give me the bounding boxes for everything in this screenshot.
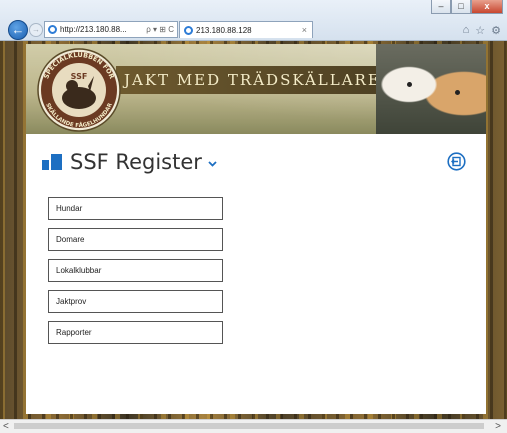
address-url[interactable]: http://213.180.88... [60,25,127,34]
sign-out-icon[interactable] [447,152,466,171]
browser-tab[interactable]: 213.180.88.128 × [179,21,313,38]
app-title: SSF Register [70,150,202,174]
chevron-down-icon[interactable] [208,159,217,168]
scroll-right-arrow[interactable]: > [495,420,501,433]
horizontal-scrollbar[interactable]: < > [0,419,507,433]
banner-title: JAKT MED TRÄDSKÄLLARE [124,71,381,89]
minimize-button[interactable]: – [431,0,451,14]
menu-button-domare[interactable]: Domare [48,228,223,251]
menu-button-jaktprov[interactable]: Jaktprov [48,290,223,313]
ie-logo-icon [48,25,57,34]
address-bar-controls[interactable]: ρ ▾ ⊞ C [146,25,174,34]
home-icon[interactable]: ⌂ [463,24,470,37]
menu-button-lokalklubbar[interactable]: Lokalklubbar [48,259,223,282]
menu-button-rapporter[interactable]: Rapporter [48,321,223,344]
close-window-button[interactable]: x [471,0,503,14]
browser-toolbar: ⌂ ☆ ⚙ [463,24,501,37]
app-header[interactable]: SSF Register [42,150,217,174]
window-controls: – □ x [431,0,503,14]
scrollbar-thumb[interactable] [14,423,484,429]
forward-button[interactable]: → [29,23,43,37]
gear-icon[interactable]: ⚙ [491,24,501,37]
main-panel: SSF Register Hundar Domare Lokalklubbar … [26,134,486,414]
app-icon [42,154,62,170]
tab-close-button[interactable]: × [302,25,307,35]
ssf-logo: SPECIALKLUBBEN FÖR SSF SKÄLLANDE FÅGELHU… [37,48,121,132]
maximize-button[interactable]: □ [451,0,471,14]
logo-center-text: SSF [71,72,88,81]
back-button[interactable]: ← [8,20,28,40]
tab-favicon-icon [184,25,193,35]
tab-title: 213.180.88.128 [196,25,252,35]
browser-chrome: – □ x ← → http://213.180.88... ρ ▾ ⊞ C 2… [0,0,507,41]
star-icon[interactable]: ☆ [475,24,485,37]
dogs-photo [376,44,486,134]
menu-button-hundar[interactable]: Hundar [48,197,223,220]
scroll-left-arrow[interactable]: < [3,420,9,433]
address-bar[interactable]: http://213.180.88... ρ ▾ ⊞ C [44,21,178,38]
register-menu: Hundar Domare Lokalklubbar Jaktprov Rapp… [48,197,223,352]
